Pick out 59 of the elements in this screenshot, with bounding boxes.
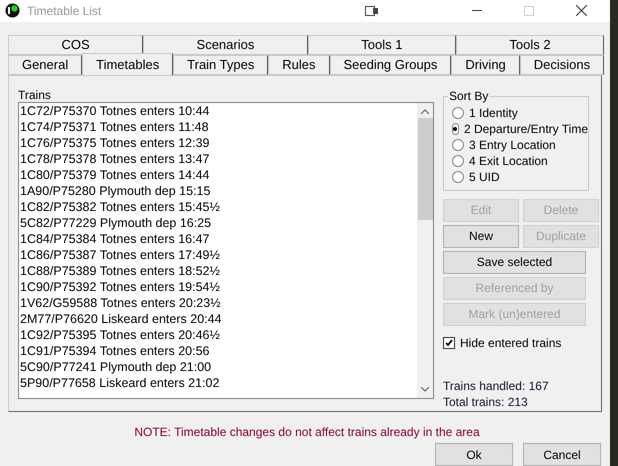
action-button[interactable]: Save selected xyxy=(443,250,586,274)
tab[interactable]: Driving xyxy=(451,54,520,75)
checkbox-label: Hide entered trains xyxy=(460,334,562,352)
radio-button[interactable] xyxy=(452,106,464,119)
train-item[interactable]: 5C90/P77241 Plymouth dep 21:00 xyxy=(19,358,417,375)
window-icon xyxy=(365,6,379,16)
radio-button[interactable] xyxy=(452,138,464,151)
radio-button[interactable] xyxy=(452,122,459,135)
train-item[interactable]: 1C91/P75394 Totnes enters 20:56 xyxy=(19,342,417,359)
train-item[interactable]: 1C84/P75384 Totnes enters 16:47 xyxy=(19,230,417,247)
sort-by-label: Sort By xyxy=(448,88,490,103)
dialog-button[interactable]: Ok xyxy=(435,443,513,466)
tab[interactable]: General xyxy=(8,54,82,75)
radio-label: 5 UID xyxy=(469,168,500,186)
train-item[interactable]: 1C78/P75378 Totnes enters 13:47 xyxy=(19,150,417,167)
window-title: Timetable List xyxy=(27,2,102,20)
train-item[interactable]: 1C76/P75375 Totnes enters 12:39 xyxy=(19,134,417,151)
scroll-down-icon[interactable] xyxy=(421,386,429,392)
tab[interactable]: COS xyxy=(8,34,144,55)
trains-label: Trains xyxy=(18,86,52,102)
tab[interactable]: Train Types xyxy=(173,54,268,75)
tab[interactable]: Timetables xyxy=(82,52,174,75)
train-item[interactable]: 1C80/P75379 Totnes enters 14:44 xyxy=(19,166,417,183)
scroll-up-icon[interactable] xyxy=(421,108,429,114)
train-item[interactable]: 1V62/G59588 Totnes enters 20:23½ xyxy=(19,294,417,311)
stat-text: Trains handled: 167 xyxy=(443,378,550,393)
train-item[interactable]: 1C90/P75392 Totnes enters 19:54½ xyxy=(19,278,417,295)
train-item[interactable]: 1C82/P75382 Totnes enters 15:45½ xyxy=(19,198,417,215)
scrollbar[interactable] xyxy=(417,102,433,398)
tab[interactable]: Decisions xyxy=(520,54,604,75)
app-icon xyxy=(5,3,20,18)
dialog-button[interactable]: Cancel xyxy=(523,443,601,466)
train-item[interactable]: 5C82/P77229 Plymouth dep 16:25 xyxy=(19,214,417,231)
train-item[interactable]: 1C88/P75389 Totnes enters 18:52½ xyxy=(19,262,417,279)
close-icon[interactable] xyxy=(576,5,587,16)
train-item[interactable]: 1A90/P75280 Plymouth dep 15:15 xyxy=(19,182,417,199)
tab[interactable]: Tools 2 xyxy=(456,34,604,55)
action-button[interactable]: New xyxy=(443,224,519,248)
radio-label: 3 Entry Location xyxy=(469,136,556,154)
minimize-icon[interactable] xyxy=(472,10,482,12)
tab[interactable]: Rules xyxy=(268,54,330,75)
train-item[interactable]: 1C74/P75371 Totnes enters 11:48 xyxy=(19,118,417,135)
radio-label: 2 Departure/Entry Time xyxy=(464,120,588,138)
train-item[interactable]: 1C86/P75387 Totnes enters 17:49½ xyxy=(19,246,417,263)
stat-text: Total trains: 213 xyxy=(443,394,529,409)
tab[interactable]: Seeding Groups xyxy=(330,54,452,75)
radio-button[interactable] xyxy=(452,154,464,167)
tab[interactable]: Scenarios xyxy=(143,34,308,55)
checkbox[interactable] xyxy=(443,336,455,349)
radio-label: 4 Exit Location xyxy=(469,152,548,170)
radio-button[interactable] xyxy=(452,170,464,183)
radio-label: 1 Identity xyxy=(469,104,518,122)
train-item[interactable]: 1C72/P75370 Totnes enters 10:44 xyxy=(19,102,417,119)
note-text: NOTE: Timetable changes do not affect trains already in the area xyxy=(134,424,480,441)
train-item[interactable]: 1C92/P75395 Totnes enters 20:46½ xyxy=(19,326,417,343)
trains-list[interactable] xyxy=(18,102,434,399)
train-item[interactable]: 2M77/P76620 Liskeard enters 20:44 xyxy=(19,310,417,327)
train-item[interactable]: 5P90/P77658 Liskeard enters 21:02 xyxy=(19,374,417,391)
tab[interactable]: Tools 1 xyxy=(308,34,456,55)
